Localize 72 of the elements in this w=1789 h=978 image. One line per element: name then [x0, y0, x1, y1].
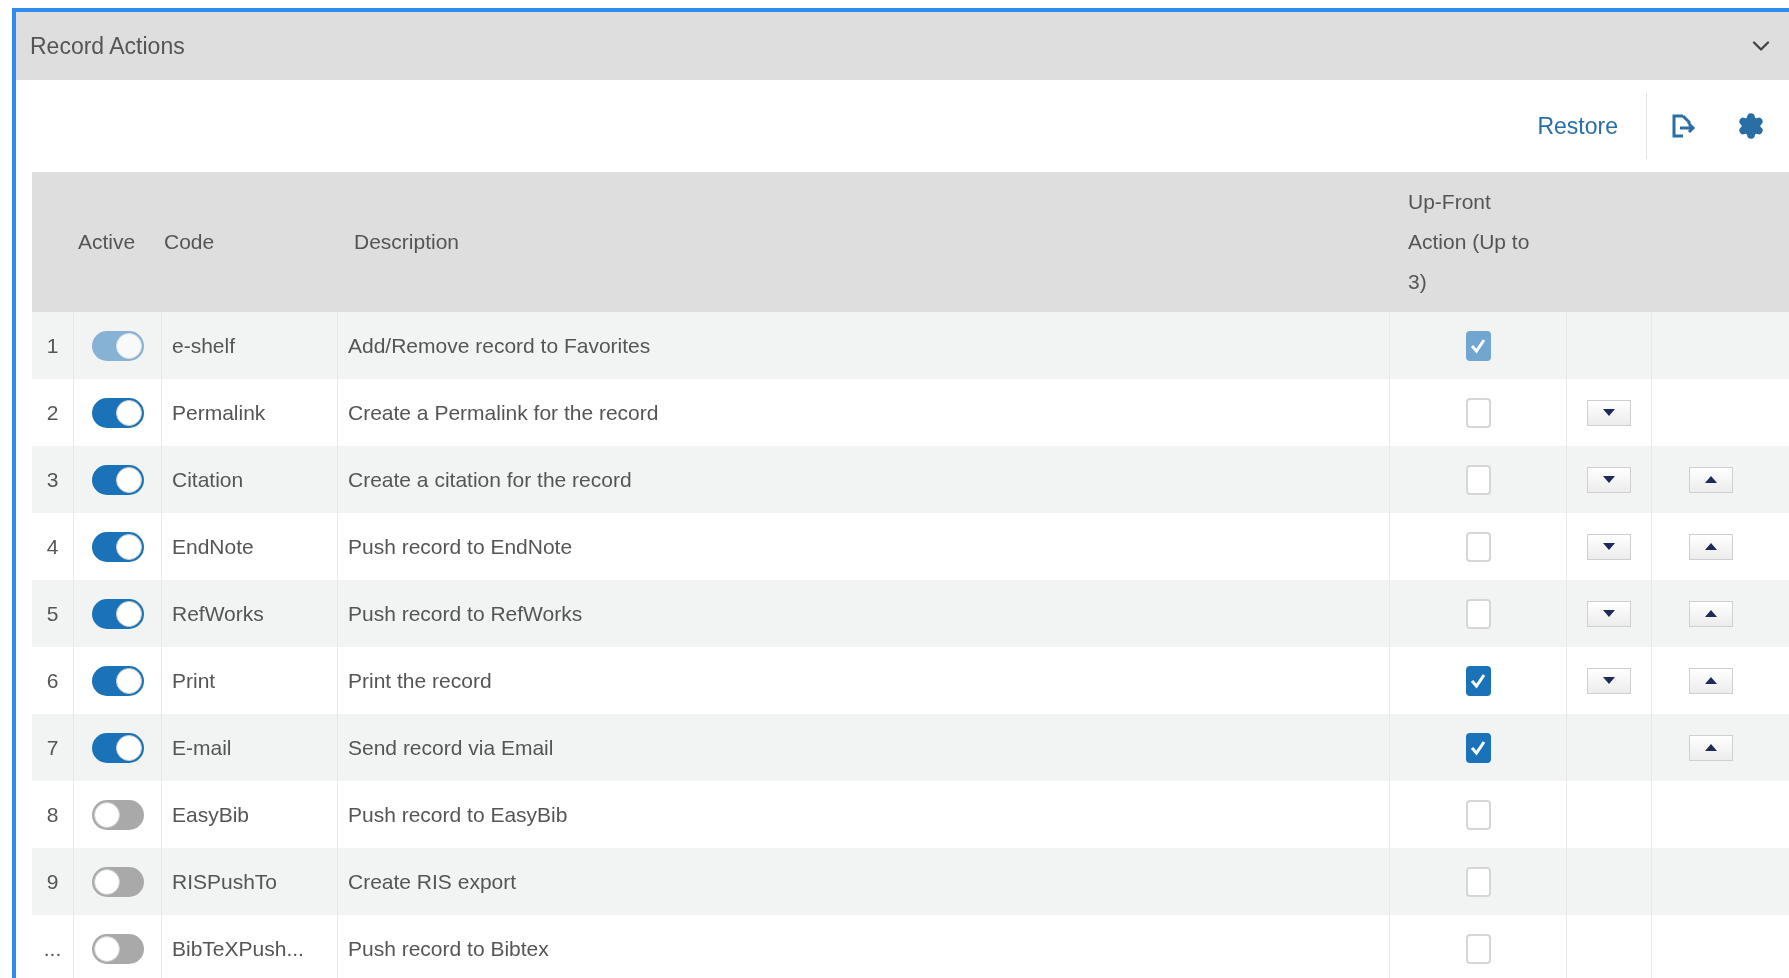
triangle-down-icon — [1603, 543, 1615, 550]
row-number: 9 — [46, 868, 59, 895]
code-cell-text: Permalink — [172, 399, 266, 426]
description-cell-text: Push record to RefWorks — [348, 600, 583, 627]
description-cell-text: Add/Remove record to Favorites — [348, 332, 651, 359]
toggle-switch[interactable] — [91, 933, 144, 964]
triangle-up-icon — [1704, 610, 1717, 617]
panel-title: Record Actions — [30, 31, 185, 61]
triangle-up-icon — [1704, 476, 1717, 483]
toggle-switch[interactable] — [91, 464, 144, 495]
move-down-button[interactable] — [1587, 399, 1631, 426]
code-cell-text: e-shelf — [172, 332, 236, 359]
code-cell-text: RefWorks — [172, 600, 264, 627]
move-up-button[interactable] — [1688, 533, 1733, 560]
toggle-switch[interactable] — [91, 531, 144, 562]
check-icon — [1470, 739, 1486, 756]
row-number: 8 — [46, 801, 59, 828]
column-header: Active — [77, 229, 137, 256]
description-cell-text: Create a citation for the record — [348, 466, 632, 493]
move-up-button[interactable] — [1688, 600, 1733, 627]
toggle-switch[interactable] — [91, 732, 144, 763]
triangle-down-icon — [1603, 476, 1615, 483]
triangle-up-icon — [1704, 543, 1717, 550]
row-number: 2 — [46, 399, 59, 426]
code-cell-text: EasyBib — [172, 801, 250, 828]
description-cell-text: Create RIS export — [348, 868, 517, 895]
row-number: 1 — [46, 332, 59, 359]
move-down-button[interactable] — [1587, 533, 1631, 560]
move-up-button[interactable] — [1688, 667, 1733, 694]
toggle-switch[interactable] — [91, 598, 144, 629]
move-down-button[interactable] — [1587, 667, 1631, 694]
move-down-button[interactable] — [1587, 466, 1631, 493]
move-up-button[interactable] — [1688, 734, 1733, 761]
triangle-up-icon — [1704, 744, 1717, 751]
row-number: 5 — [46, 600, 59, 627]
move-up-button[interactable] — [1688, 466, 1733, 493]
column-header: Up-Front Action (Up to 3) — [1407, 189, 1531, 295]
row-number: ... — [43, 935, 62, 962]
description-cell-text: Print the record — [348, 667, 492, 694]
code-cell-text: Print — [172, 667, 216, 694]
description-cell-text: Push record to EndNote — [348, 533, 573, 560]
checkbox[interactable] — [1465, 732, 1491, 763]
row-number: 7 — [46, 734, 59, 761]
checkbox[interactable] — [1465, 665, 1491, 696]
row-number: 3 — [46, 466, 59, 493]
description-cell-text: Create a Permalink for the record — [348, 399, 659, 426]
row-number: 4 — [46, 533, 59, 560]
code-cell-text: Citation — [172, 466, 244, 493]
move-down-button[interactable] — [1587, 600, 1631, 627]
description-cell-text: Push record to Bibtex — [348, 935, 549, 962]
row-number: 6 — [46, 667, 59, 694]
toggle-switch[interactable] — [91, 397, 144, 428]
toggle-switch[interactable] — [91, 866, 144, 897]
checkbox[interactable] — [1465, 330, 1491, 361]
restore-link[interactable]: Restore — [1537, 108, 1618, 144]
triangle-up-icon — [1704, 677, 1717, 684]
description-cell-text: Send record via Email — [348, 734, 554, 761]
panel-header[interactable]: Record Actions — [16, 12, 1789, 80]
triangle-down-icon — [1603, 610, 1615, 617]
check-icon — [1470, 672, 1486, 689]
toggle-switch[interactable] — [91, 665, 144, 696]
description-cell-text: Push record to EasyBib — [348, 801, 568, 828]
code-cell-text: RISPushTo — [172, 868, 278, 895]
check-icon — [1470, 337, 1486, 354]
column-header: Code — [163, 229, 216, 256]
code-cell-text: EndNote — [172, 533, 254, 560]
triangle-down-icon — [1603, 677, 1615, 684]
column-header: Description — [353, 229, 461, 256]
toggle-switch[interactable] — [91, 799, 144, 830]
triangle-down-icon — [1603, 409, 1615, 416]
code-cell-text: BibTeXPush... — [172, 935, 304, 962]
code-cell-text: E-mail — [172, 734, 232, 761]
